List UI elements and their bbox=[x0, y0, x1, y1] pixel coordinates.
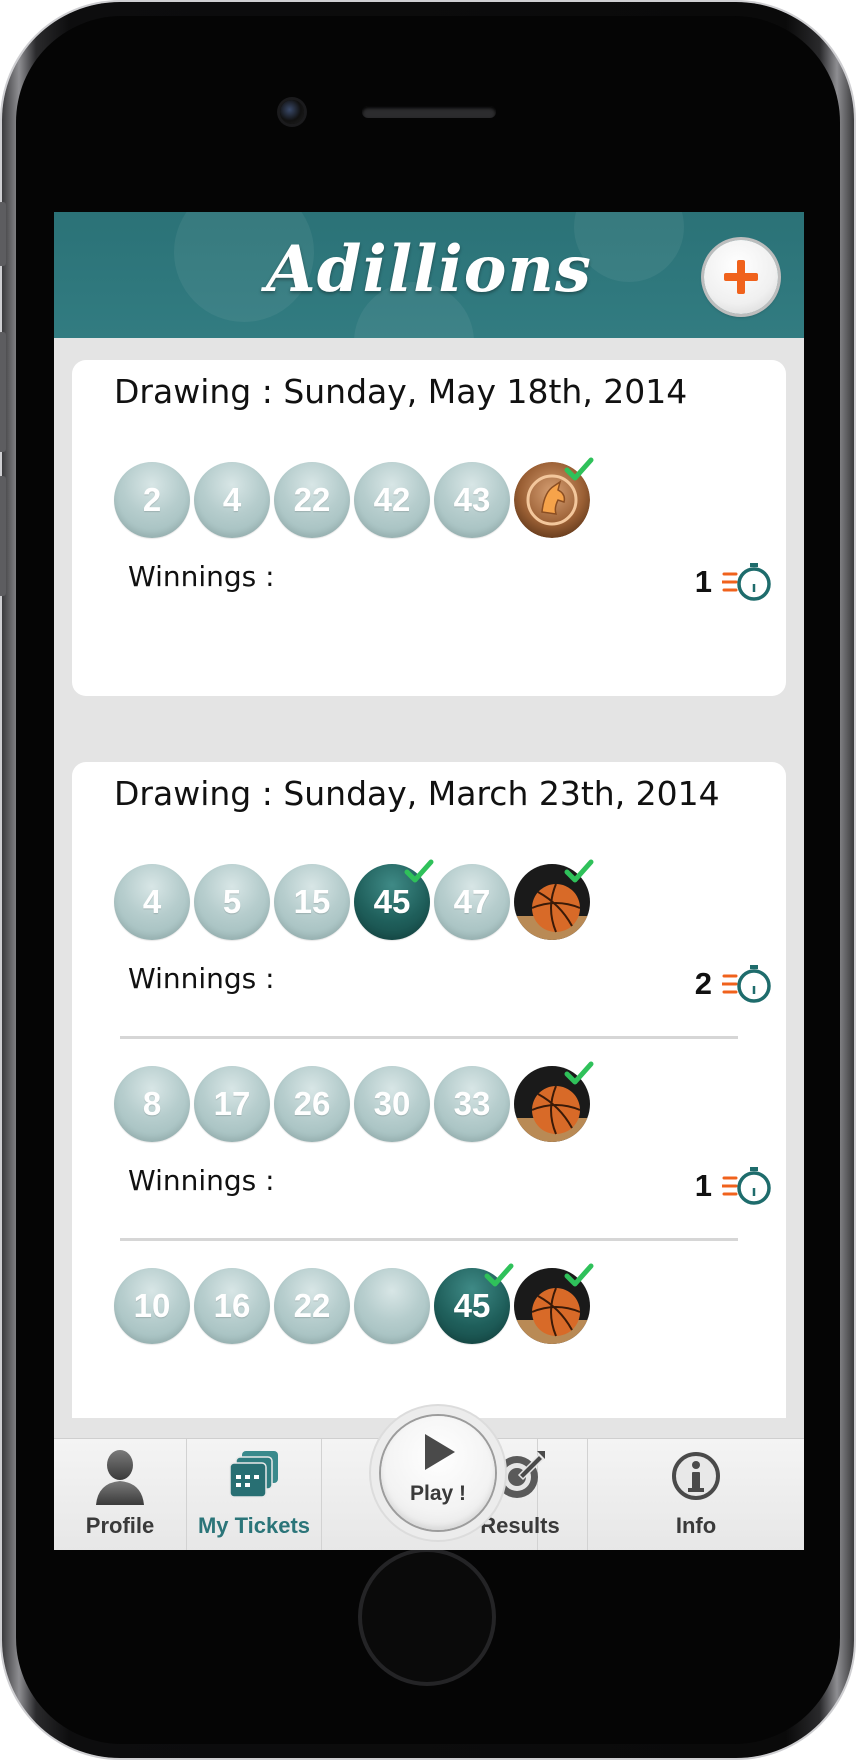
tickets-list: Drawing : Sunday, May 18th, 2014 2 4 22 … bbox=[54, 338, 804, 1418]
stopwatch-icon bbox=[722, 1167, 771, 1205]
number-ball bbox=[354, 1268, 430, 1344]
multiplier[interactable]: 1 bbox=[695, 1166, 774, 1206]
ball-number: 45 bbox=[373, 883, 411, 920]
tab-label: My Tickets bbox=[197, 1513, 311, 1538]
mute-switch bbox=[0, 202, 6, 266]
play-button-ring: Play ! bbox=[371, 1406, 505, 1540]
earpiece-speaker bbox=[362, 106, 496, 118]
info-icon bbox=[672, 1452, 720, 1500]
number-ball: 22 bbox=[274, 462, 350, 538]
number-ball: 42 bbox=[354, 462, 430, 538]
number-ball: 10 bbox=[114, 1268, 190, 1344]
bonus-ball bbox=[514, 457, 594, 538]
tab-label: Info bbox=[675, 1513, 717, 1538]
drawing-card: Drawing : Sunday, May 18th, 2014 2 4 22 … bbox=[72, 360, 786, 696]
drawing-title: Drawing : Sunday, May 18th, 2014 bbox=[114, 372, 688, 411]
stopwatch-icon bbox=[722, 965, 771, 1003]
multiplier-count: 2 bbox=[694, 966, 712, 1001]
drawing-title: Drawing : Sunday, March 23th, 2014 bbox=[114, 774, 720, 813]
number-ball: 30 bbox=[354, 1066, 430, 1142]
check-icon bbox=[404, 859, 434, 883]
number-ball: 22 bbox=[274, 1268, 350, 1344]
matched-number-ball: 45 bbox=[354, 859, 434, 940]
number-ball: 2 bbox=[114, 462, 190, 538]
check-icon bbox=[484, 1263, 514, 1287]
stopwatch-icon bbox=[722, 563, 771, 601]
check-icon bbox=[564, 1061, 594, 1085]
ticket-divider bbox=[120, 1036, 738, 1039]
winnings-label: Winnings : bbox=[128, 1164, 275, 1197]
front-camera bbox=[280, 100, 304, 124]
tab-profile[interactable]: Profile bbox=[54, 1439, 186, 1550]
volume-up-button bbox=[0, 332, 6, 452]
check-icon bbox=[564, 1263, 594, 1287]
number-ball: 15 bbox=[274, 864, 350, 940]
number-ball: 5 bbox=[194, 864, 270, 940]
tab-play[interactable]: Play ! bbox=[381, 1416, 495, 1530]
multiplier[interactable]: 1 bbox=[695, 562, 774, 602]
check-icon bbox=[564, 457, 594, 481]
tab-label: Profile bbox=[85, 1513, 155, 1538]
multiplier-count: 1 bbox=[694, 1168, 712, 1203]
number-ball: 4 bbox=[114, 864, 190, 940]
check-icon bbox=[564, 859, 594, 883]
add-ticket-button[interactable] bbox=[704, 240, 778, 314]
app-title: Adillions bbox=[266, 232, 592, 307]
plus-icon bbox=[724, 260, 758, 294]
ball-number: 45 bbox=[453, 1287, 491, 1324]
winnings-label: Winnings : bbox=[128, 560, 275, 593]
bonus-ball bbox=[514, 1263, 594, 1344]
ticket-divider bbox=[120, 1238, 738, 1241]
bonus-ball bbox=[514, 859, 594, 940]
tab-info[interactable]: Info bbox=[588, 1439, 804, 1550]
drawing-card: Drawing : Sunday, March 23th, 2014 4 5 1… bbox=[72, 762, 786, 1418]
bonus-ball bbox=[514, 1061, 594, 1142]
play-icon bbox=[425, 1434, 455, 1470]
profile-icon bbox=[96, 1450, 144, 1505]
multiplier-count: 1 bbox=[694, 564, 712, 599]
number-ball: 33 bbox=[434, 1066, 510, 1142]
app-screen: Adillions Drawing : Sunday, May 18th, 20… bbox=[54, 212, 804, 1550]
number-ball: 26 bbox=[274, 1066, 350, 1142]
number-ball: 17 bbox=[194, 1066, 270, 1142]
tab-label: Play ! bbox=[409, 1482, 467, 1505]
matched-number-ball: 45 bbox=[434, 1263, 514, 1344]
tickets-icon bbox=[229, 1451, 278, 1498]
home-button[interactable] bbox=[362, 1552, 492, 1682]
number-ball: 47 bbox=[434, 864, 510, 940]
number-ball: 43 bbox=[434, 462, 510, 538]
number-ball: 16 bbox=[194, 1268, 270, 1344]
tab-my-tickets[interactable]: My Tickets bbox=[187, 1439, 321, 1550]
volume-down-button bbox=[0, 476, 6, 596]
tab-separator bbox=[321, 1439, 322, 1550]
app-header: Adillions bbox=[54, 212, 804, 338]
number-ball: 8 bbox=[114, 1066, 190, 1142]
winnings-label: Winnings : bbox=[128, 962, 275, 995]
multiplier[interactable]: 2 bbox=[695, 964, 774, 1004]
number-ball: 4 bbox=[194, 462, 270, 538]
